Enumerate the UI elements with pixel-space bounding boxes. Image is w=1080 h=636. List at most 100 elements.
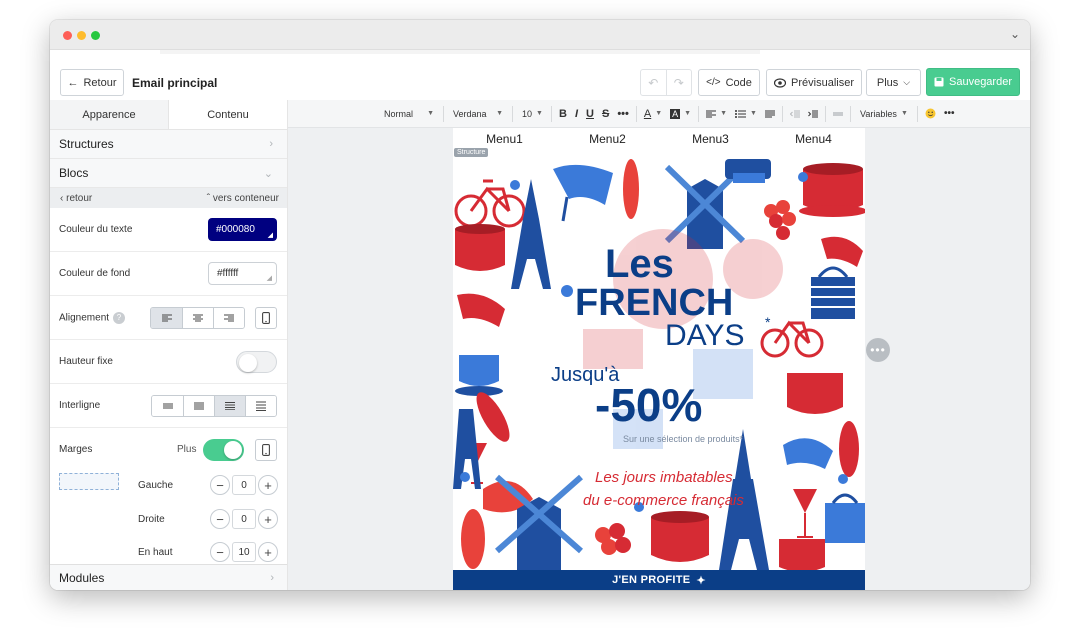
variables-label: Variables	[859, 108, 897, 119]
banner-illustration: Les FRENCH DAYS * Jusqu'à -50% Sur une s…	[453, 159, 865, 570]
text-color-value: #000080	[216, 224, 255, 235]
plus-icon[interactable]: +	[258, 475, 278, 495]
blocks-section[interactable]: Blocs ⌄	[50, 159, 287, 188]
plus-icon[interactable]: +	[258, 509, 278, 529]
back-link-label: retour	[66, 192, 93, 204]
italic-icon[interactable]: I	[571, 104, 582, 124]
email-menu: Menu1 Menu2 Menu3 Menu4	[453, 128, 865, 151]
minus-icon[interactable]: −	[210, 509, 230, 529]
close-window-button[interactable]	[63, 31, 72, 40]
teacup-icon	[455, 355, 503, 396]
plus-icon[interactable]: +	[258, 542, 278, 562]
horizontal-rule-icon[interactable]	[829, 104, 847, 124]
preview-button[interactable]: Prévisualiser	[766, 69, 862, 96]
paragraph-format-icon[interactable]	[761, 104, 779, 124]
structures-section[interactable]: Structures ›	[50, 130, 287, 159]
to-container-link[interactable]: ˆ vers conteneur	[207, 193, 279, 204]
strikethrough-icon[interactable]: S	[598, 104, 613, 124]
modules-section[interactable]: Modules ›	[50, 564, 287, 590]
help-icon[interactable]: ?	[113, 311, 126, 324]
margin-right-row: Droite − 0 +	[138, 508, 278, 530]
to-container-label: vers conteneur	[212, 192, 279, 204]
margin-left-label: Gauche	[138, 479, 174, 491]
font-family-select[interactable]: Verdana ▼	[447, 104, 509, 124]
margin-right-label: Droite	[138, 513, 165, 525]
bg-color-picker[interactable]: #ffffff ◢	[208, 262, 277, 285]
chevron-right-icon: ›	[270, 571, 274, 584]
minus-icon[interactable]: −	[210, 475, 230, 495]
tab-content[interactable]: Contenu	[168, 100, 287, 129]
resize-corner-icon: ◢	[266, 275, 272, 282]
baguette-icon	[623, 159, 639, 219]
line-height-selector	[151, 394, 277, 417]
caret-down-icon: ▼	[427, 110, 434, 117]
more-dots-icon[interactable]: •••	[613, 104, 633, 124]
banner-asterisk: *	[765, 314, 771, 330]
margin-right-stepper: − 0 +	[210, 509, 278, 529]
resize-handle-dots-icon[interactable]: •••	[866, 338, 890, 362]
minus-icon[interactable]: −	[210, 542, 230, 562]
line-spacing-compact-icon[interactable]	[152, 395, 183, 416]
margins-label: Marges	[59, 444, 93, 455]
code-button[interactable]: </> Code	[698, 69, 760, 96]
banner-discount-text: -50%	[595, 379, 702, 431]
align-left-icon[interactable]	[151, 307, 182, 328]
menu-link[interactable]: Menu4	[762, 128, 865, 151]
line-height-row: Interligne	[50, 384, 287, 428]
back-button[interactable]: ← Retour	[60, 69, 124, 96]
undo-icon[interactable]: ↶	[641, 70, 667, 95]
indent-icon[interactable]	[804, 104, 822, 124]
margin-top-stepper: − 10 +	[210, 542, 278, 562]
back-link[interactable]: ‹ retour	[60, 193, 92, 204]
align-menu-icon[interactable]: ▼	[702, 104, 731, 124]
list-menu-icon[interactable]: ▼	[731, 104, 761, 124]
line-spacing-wide-icon[interactable]	[245, 395, 276, 416]
emoji-icon[interactable]	[921, 104, 940, 124]
redo-icon[interactable]: ↷	[667, 70, 692, 95]
bold-icon[interactable]: B	[555, 104, 571, 124]
margin-right-input[interactable]: 0	[232, 509, 256, 529]
menu-link[interactable]: Menu2	[556, 128, 659, 151]
underline-icon[interactable]: U	[582, 104, 598, 124]
cta-button[interactable]: J'EN PROFITE ✦	[453, 570, 865, 590]
text-color-picker[interactable]: #000080 ◢	[208, 218, 277, 241]
editor-topbar: ← Retour Email principal ↶ ↷ </> Code Pr…	[50, 54, 1030, 104]
more-button[interactable]: Plus ⌵	[866, 69, 921, 96]
margin-left-input[interactable]: 0	[232, 475, 256, 495]
structure-tag: Structure	[454, 148, 489, 157]
banner-tagline-1: Les jours imbatables	[595, 469, 733, 486]
margin-top-input[interactable]: 10	[232, 542, 256, 562]
mobile-icon[interactable]	[255, 306, 277, 329]
modules-label: Modules	[59, 570, 105, 585]
chevron-down-icon[interactable]: ⌄	[1010, 27, 1020, 41]
font-size-select[interactable]: 10 ▼	[516, 104, 548, 124]
margins-more-toggle[interactable]	[203, 439, 244, 461]
baguette-icon	[839, 421, 859, 477]
text-color-icon[interactable]: A ▼	[640, 104, 666, 124]
align-center-icon[interactable]	[182, 307, 213, 328]
maximize-window-button[interactable]	[91, 31, 100, 40]
highlight-color-icon[interactable]: A ▼	[666, 104, 695, 124]
chevron-down-icon: ⌄	[263, 167, 273, 180]
more-options-icon[interactable]: •••	[940, 104, 959, 124]
menu-link[interactable]: Menu3	[659, 128, 762, 151]
save-button[interactable]: Sauvegarder	[926, 68, 1020, 96]
tab-appearance[interactable]: Apparence	[50, 100, 168, 129]
margin-box-preview	[59, 473, 119, 490]
arrow-left-icon: ←	[67, 76, 79, 89]
variables-select[interactable]: Variables ▼	[854, 104, 914, 124]
sidebar-tabs: Apparence Contenu	[50, 100, 287, 130]
paragraph-style-select[interactable]: Normal ▼	[378, 104, 440, 124]
mobile-icon[interactable]	[255, 439, 277, 461]
align-right-icon[interactable]	[213, 307, 244, 328]
toolbar-divider	[635, 105, 637, 122]
minimize-window-button[interactable]	[77, 31, 86, 40]
fixed-height-toggle[interactable]	[236, 350, 277, 373]
french-days-banner[interactable]: Les FRENCH DAYS * Jusqu'à -50% Sur une s…	[453, 159, 865, 570]
line-spacing-normal-icon[interactable]	[183, 395, 214, 416]
caret-down-icon: ▼	[750, 110, 757, 117]
fixed-height-label: Hauteur fixe	[59, 356, 113, 367]
caret-down-icon: ▼	[901, 110, 908, 117]
outdent-icon[interactable]	[786, 104, 804, 124]
line-spacing-medium-icon[interactable]	[214, 395, 245, 416]
